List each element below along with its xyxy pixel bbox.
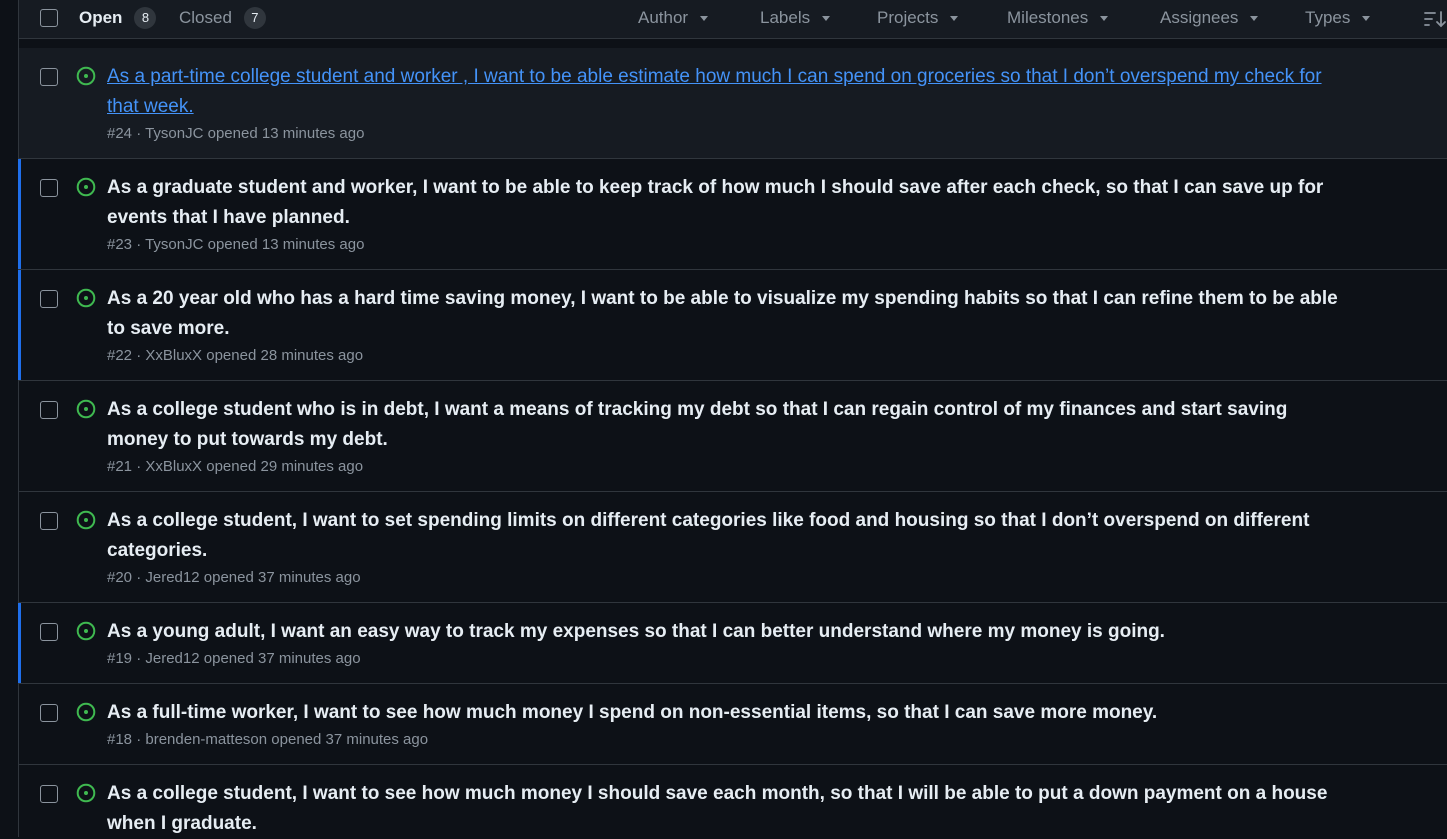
issue-title-link[interactable]: As a full-time worker, I want to see how… bbox=[107, 698, 1352, 728]
projects-filter-label: Projects bbox=[877, 8, 939, 27]
closed-tab-label: Closed bbox=[179, 8, 232, 27]
issue-number: #23 bbox=[107, 236, 133, 253]
issue-checkbox[interactable] bbox=[40, 179, 58, 197]
issue-open-icon bbox=[76, 399, 96, 419]
chevron-down-icon bbox=[822, 15, 831, 21]
chevron-down-icon bbox=[1362, 15, 1371, 21]
closed-issues-tab[interactable]: Closed 7 bbox=[179, 7, 266, 29]
issue-checkbox[interactable] bbox=[40, 785, 58, 803]
issue-number: #21 bbox=[107, 458, 133, 475]
issue-row[interactable]: As a full-time worker, I want to see how… bbox=[19, 684, 1447, 765]
issue-open-icon bbox=[76, 621, 96, 641]
projects-filter[interactable]: Projects bbox=[877, 7, 959, 29]
chevron-down-icon bbox=[1250, 15, 1259, 21]
issue-author[interactable]: TysonJC bbox=[145, 236, 203, 253]
issue-meta: #19 · Jered12 opened 37 minutes ago bbox=[107, 650, 361, 667]
issue-number: #19 bbox=[107, 650, 133, 667]
issues-list-panel: Open 8 Closed 7 Author Labels Projects M… bbox=[18, 0, 1447, 837]
issue-number: #22 bbox=[107, 347, 133, 364]
issue-opened-time: opened 13 minutes ago bbox=[207, 125, 365, 142]
issue-author[interactable]: Jered12 bbox=[145, 569, 199, 586]
issue-number: #18 bbox=[107, 731, 133, 748]
issue-row[interactable]: As a part-time college student and worke… bbox=[19, 48, 1447, 159]
issue-title-link[interactable]: As a 20 year old who has a hard time sav… bbox=[107, 284, 1352, 344]
issue-checkbox[interactable] bbox=[40, 401, 58, 419]
issue-open-icon bbox=[76, 177, 96, 197]
issue-opened-time: opened 28 minutes ago bbox=[206, 347, 364, 364]
issue-row[interactable]: As a college student, I want to see how … bbox=[19, 765, 1447, 837]
issue-author[interactable]: brenden-matteson bbox=[145, 731, 267, 748]
issue-checkbox[interactable] bbox=[40, 290, 58, 308]
issue-meta: #18 · brenden-matteson opened 37 minutes… bbox=[107, 731, 429, 748]
issue-opened-time: opened 29 minutes ago bbox=[206, 458, 364, 475]
issue-row[interactable]: As a young adult, I want an easy way to … bbox=[18, 603, 1447, 684]
issue-meta: #22 · XxBluxX opened 28 minutes ago bbox=[107, 347, 364, 364]
issue-opened-time: opened 13 minutes ago bbox=[207, 236, 365, 253]
issue-title-link[interactable]: As a part-time college student and worke… bbox=[107, 62, 1352, 122]
labels-filter[interactable]: Labels bbox=[760, 7, 831, 29]
issue-title-link[interactable]: As a graduate student and worker, I want… bbox=[107, 173, 1352, 233]
chevron-down-icon bbox=[950, 15, 959, 21]
issue-opened-time: opened 37 minutes ago bbox=[203, 650, 361, 667]
issue-title-link[interactable]: As a college student who is in debt, I w… bbox=[107, 395, 1352, 455]
issue-checkbox[interactable] bbox=[40, 512, 58, 530]
issue-meta: #20 · Jered12 opened 37 minutes ago bbox=[107, 569, 361, 586]
open-count-badge: 8 bbox=[134, 7, 157, 29]
issue-open-icon bbox=[76, 66, 96, 86]
issue-author[interactable]: XxBluxX bbox=[145, 347, 202, 364]
issue-row[interactable]: As a graduate student and worker, I want… bbox=[18, 159, 1447, 270]
issue-open-icon bbox=[76, 288, 96, 308]
chevron-down-icon bbox=[700, 15, 709, 21]
issue-checkbox[interactable] bbox=[40, 704, 58, 722]
issue-checkbox[interactable] bbox=[40, 623, 58, 641]
assignees-filter-label: Assignees bbox=[1160, 8, 1239, 27]
author-filter[interactable]: Author bbox=[638, 7, 709, 29]
open-tab-label: Open bbox=[79, 8, 123, 27]
issue-opened-time: opened 37 minutes ago bbox=[203, 569, 361, 586]
issue-number: #20 bbox=[107, 569, 133, 586]
issue-meta: #23 · TysonJC opened 13 minutes ago bbox=[107, 236, 365, 253]
issue-author[interactable]: XxBluxX bbox=[145, 458, 202, 475]
issue-title-link[interactable]: As a college student, I want to see how … bbox=[107, 779, 1352, 839]
issue-open-icon bbox=[76, 510, 96, 530]
sort-icon[interactable] bbox=[1422, 9, 1447, 29]
issue-checkbox[interactable] bbox=[40, 68, 58, 86]
closed-count-badge: 7 bbox=[243, 7, 266, 29]
issue-row[interactable]: As a college student who is in debt, I w… bbox=[19, 381, 1447, 492]
issue-open-icon bbox=[76, 702, 96, 722]
issue-title-link[interactable]: As a young adult, I want an easy way to … bbox=[107, 617, 1352, 647]
issue-opened-time: opened 37 minutes ago bbox=[271, 731, 429, 748]
issue-number: #24 bbox=[107, 125, 133, 142]
chevron-down-icon bbox=[1100, 15, 1109, 21]
issue-row[interactable]: As a 20 year old who has a hard time sav… bbox=[18, 270, 1447, 381]
assignees-filter[interactable]: Assignees bbox=[1160, 7, 1259, 29]
labels-filter-label: Labels bbox=[760, 8, 811, 27]
issue-author[interactable]: TysonJC bbox=[145, 125, 203, 142]
types-filter-label: Types bbox=[1305, 8, 1351, 27]
select-all-checkbox[interactable] bbox=[40, 9, 58, 27]
author-filter-label: Author bbox=[638, 8, 689, 27]
left-gutter bbox=[0, 0, 18, 837]
issues-list-header: Open 8 Closed 7 Author Labels Projects M… bbox=[19, 0, 1447, 39]
milestones-filter-label: Milestones bbox=[1007, 8, 1089, 27]
open-issues-tab[interactable]: Open 8 bbox=[79, 7, 157, 29]
issue-title-link[interactable]: As a college student, I want to set spen… bbox=[107, 506, 1352, 566]
issue-open-icon bbox=[76, 783, 96, 803]
milestones-filter[interactable]: Milestones bbox=[1007, 7, 1109, 29]
types-filter[interactable]: Types bbox=[1305, 7, 1371, 29]
issue-meta: #21 · XxBluxX opened 29 minutes ago bbox=[107, 458, 364, 475]
issue-row[interactable]: As a college student, I want to set spen… bbox=[19, 492, 1447, 603]
issue-author[interactable]: Jered12 bbox=[145, 650, 199, 667]
issue-meta: #24 · TysonJC opened 13 minutes ago bbox=[107, 125, 365, 142]
